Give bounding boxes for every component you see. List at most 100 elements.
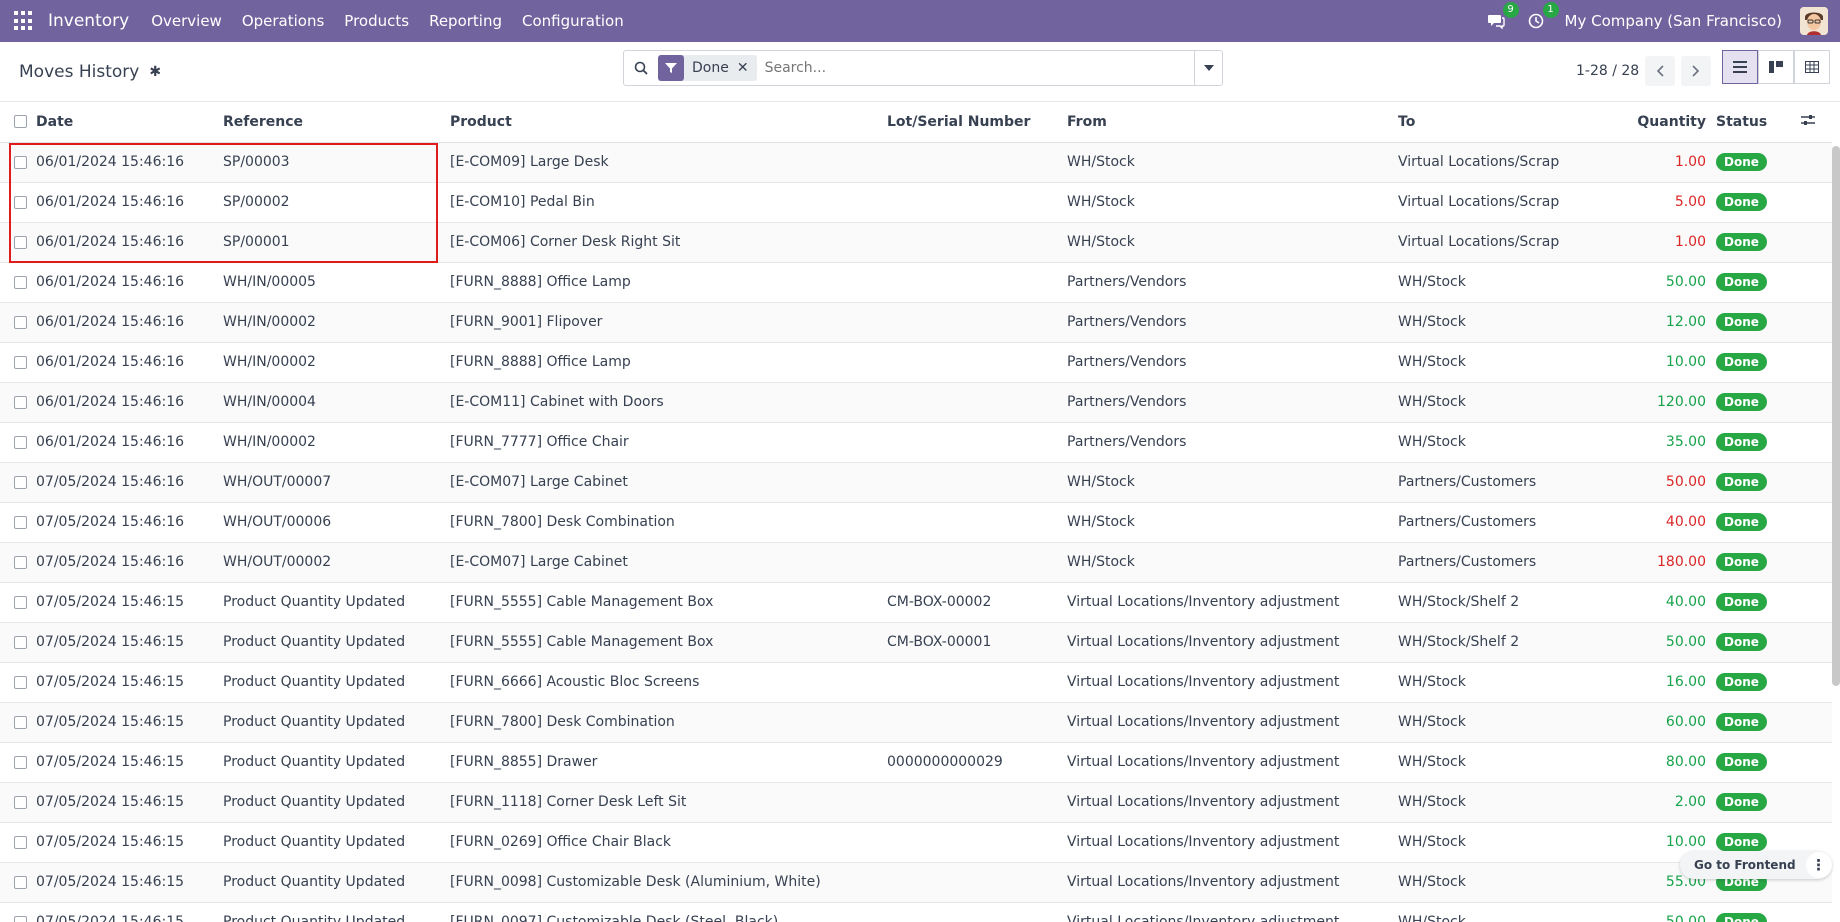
column-header-lot[interactable]: Lot/Serial Number — [887, 102, 1067, 143]
table-row[interactable]: 06/01/2024 15:46:16 WH/IN/00002 [FURN_9001… — [0, 302, 1832, 343]
row-checkbox[interactable] — [14, 515, 27, 529]
status-badge: Done — [1716, 233, 1767, 251]
row-checkbox[interactable] — [14, 595, 27, 609]
app-menu-icon[interactable] — [14, 11, 34, 31]
kanban-view-button[interactable] — [1758, 50, 1794, 84]
close-icon[interactable]: ✕ — [737, 60, 757, 76]
cell-to: WH/Stock — [1398, 662, 1598, 703]
row-checkbox[interactable] — [14, 435, 27, 449]
row-checkbox[interactable] — [14, 275, 27, 289]
table-row[interactable]: 06/01/2024 15:46:16 SP/00002 [E-COM10] Ped… — [0, 182, 1832, 223]
table-row[interactable]: 06/01/2024 15:46:16 SP/00001 [E-COM06] Cor… — [0, 222, 1832, 263]
more-options-icon[interactable]: ⋮ — [1805, 852, 1832, 878]
cell-lot — [887, 702, 1067, 743]
cell-spacer — [1801, 342, 1832, 383]
cell-to: WH/Stock — [1398, 702, 1598, 743]
vertical-scrollbar[interactable] — [1832, 146, 1840, 686]
row-checkbox[interactable] — [14, 555, 27, 569]
pager-previous-button[interactable] — [1645, 56, 1676, 86]
moves-table: Date Reference Product Lot/Serial Number… — [0, 102, 1832, 922]
status-badge: Done — [1716, 393, 1767, 411]
search-icon[interactable] — [624, 61, 658, 75]
table-row[interactable]: 07/05/2024 15:46:16 WH/OUT/00007 [E-COM07]… — [0, 462, 1832, 503]
pivot-view-button[interactable] — [1794, 50, 1830, 84]
menu-operations[interactable]: Operations — [242, 12, 324, 30]
row-checkbox[interactable] — [14, 635, 27, 649]
row-checkbox[interactable] — [14, 235, 27, 249]
row-checkbox[interactable] — [14, 195, 27, 209]
row-checkbox[interactable] — [14, 835, 27, 849]
menu-overview[interactable]: Overview — [151, 12, 222, 30]
status-badge: Done — [1716, 793, 1767, 811]
table-row[interactable]: 07/05/2024 15:46:15 Product Quantity Upda… — [0, 822, 1832, 863]
cell-product: [E-COM07] Large Cabinet — [450, 542, 887, 583]
column-header-product[interactable]: Product — [450, 102, 887, 143]
go-to-frontend-button[interactable]: Go to Frontend ⋮ — [1680, 851, 1832, 879]
row-checkbox[interactable] — [14, 795, 27, 809]
row-checkbox[interactable] — [14, 915, 27, 922]
table-row[interactable]: 06/01/2024 15:46:16 WH/IN/00002 [FURN_8888… — [0, 342, 1832, 383]
user-avatar[interactable] — [1800, 7, 1828, 35]
table-row[interactable]: 07/05/2024 15:46:16 WH/OUT/00002 [E-COM07]… — [0, 542, 1832, 583]
table-row[interactable]: 06/01/2024 15:46:16 WH/IN/00005 [FURN_8888… — [0, 262, 1832, 303]
column-header-to[interactable]: To — [1398, 102, 1598, 143]
row-select-cell — [0, 342, 36, 383]
cell-status: Done — [1716, 222, 1801, 263]
table-row[interactable]: 07/05/2024 15:46:15 Product Quantity Upda… — [0, 662, 1832, 703]
chevron-left-icon — [1657, 65, 1664, 77]
table-row[interactable]: 06/01/2024 15:46:16 WH/IN/00004 [E-COM11] … — [0, 382, 1832, 423]
cell-reference: Product Quantity Updated — [223, 742, 450, 783]
cell-from: Virtual Locations/Inventory adjustment — [1067, 862, 1398, 903]
row-checkbox[interactable] — [14, 315, 27, 329]
table-row[interactable]: 07/05/2024 15:46:16 WH/OUT/00006 [FURN_780… — [0, 502, 1832, 543]
cell-reference: WH/IN/00004 — [223, 382, 450, 423]
company-switcher[interactable]: My Company (San Francisco) — [1565, 12, 1782, 30]
search-input[interactable] — [764, 60, 1194, 76]
cell-reference: SP/00003 — [223, 142, 450, 183]
activities-button[interactable]: 1 — [1525, 2, 1559, 32]
menu-products[interactable]: Products — [344, 12, 409, 30]
table-row[interactable]: 07/05/2024 15:46:15 Product Quantity Upda… — [0, 782, 1832, 823]
pager-next-button[interactable] — [1681, 56, 1712, 86]
row-select-cell — [0, 782, 36, 823]
row-checkbox[interactable] — [14, 355, 27, 369]
row-checkbox[interactable] — [14, 395, 27, 409]
cell-from: Virtual Locations/Inventory adjustment — [1067, 702, 1398, 743]
cell-product: [FURN_0269] Office Chair Black — [450, 822, 887, 863]
table-row[interactable]: 07/05/2024 15:46:15 Product Quantity Upda… — [0, 582, 1832, 623]
column-header-reference[interactable]: Reference — [223, 102, 450, 143]
column-header-quantity[interactable]: Quantity — [1598, 102, 1716, 143]
cell-reference: WH/IN/00002 — [223, 342, 450, 383]
row-checkbox[interactable] — [14, 715, 27, 729]
table-row[interactable]: 07/05/2024 15:46:15 Product Quantity Upda… — [0, 622, 1832, 663]
column-header-status[interactable]: Status — [1716, 102, 1801, 143]
table-row[interactable]: 07/05/2024 15:46:15 Product Quantity Upda… — [0, 902, 1832, 922]
table-row[interactable]: 07/05/2024 15:46:15 Product Quantity Upda… — [0, 702, 1832, 743]
cell-quantity: 50.00 — [1598, 902, 1716, 922]
column-header-date[interactable]: Date — [36, 102, 223, 143]
clock-icon — [1528, 13, 1543, 29]
gear-icon[interactable]: ✱ — [149, 64, 161, 80]
table-row[interactable]: 06/01/2024 15:46:16 WH/IN/00002 [FURN_7777… — [0, 422, 1832, 463]
pager-value[interactable]: 1-28 / 28 — [1576, 63, 1639, 79]
app-brand[interactable]: Inventory — [48, 11, 129, 31]
column-header-from[interactable]: From — [1067, 102, 1398, 143]
table-row[interactable]: 06/01/2024 15:46:16 SP/00003 [E-COM09] Lar… — [0, 142, 1832, 183]
row-checkbox[interactable] — [14, 875, 27, 889]
table-row[interactable]: 07/05/2024 15:46:15 Product Quantity Upda… — [0, 742, 1832, 783]
menu-configuration[interactable]: Configuration — [522, 12, 624, 30]
table-row[interactable]: 07/05/2024 15:46:15 Product Quantity Upda… — [0, 862, 1832, 903]
row-select-cell — [0, 622, 36, 663]
row-checkbox[interactable] — [14, 675, 27, 689]
list-view-button[interactable] — [1722, 50, 1758, 84]
optional-columns-toggle[interactable] — [1801, 102, 1832, 143]
cell-reference: WH/OUT/00006 — [223, 502, 450, 543]
menu-reporting[interactable]: Reporting — [429, 12, 502, 30]
search-options-toggle[interactable] — [1194, 51, 1222, 85]
cell-lot — [887, 222, 1067, 263]
messages-button[interactable]: 9 — [1485, 2, 1519, 32]
select-all-checkbox[interactable] — [14, 115, 27, 129]
row-checkbox[interactable] — [14, 155, 27, 169]
row-checkbox[interactable] — [14, 475, 27, 489]
row-checkbox[interactable] — [14, 755, 27, 769]
